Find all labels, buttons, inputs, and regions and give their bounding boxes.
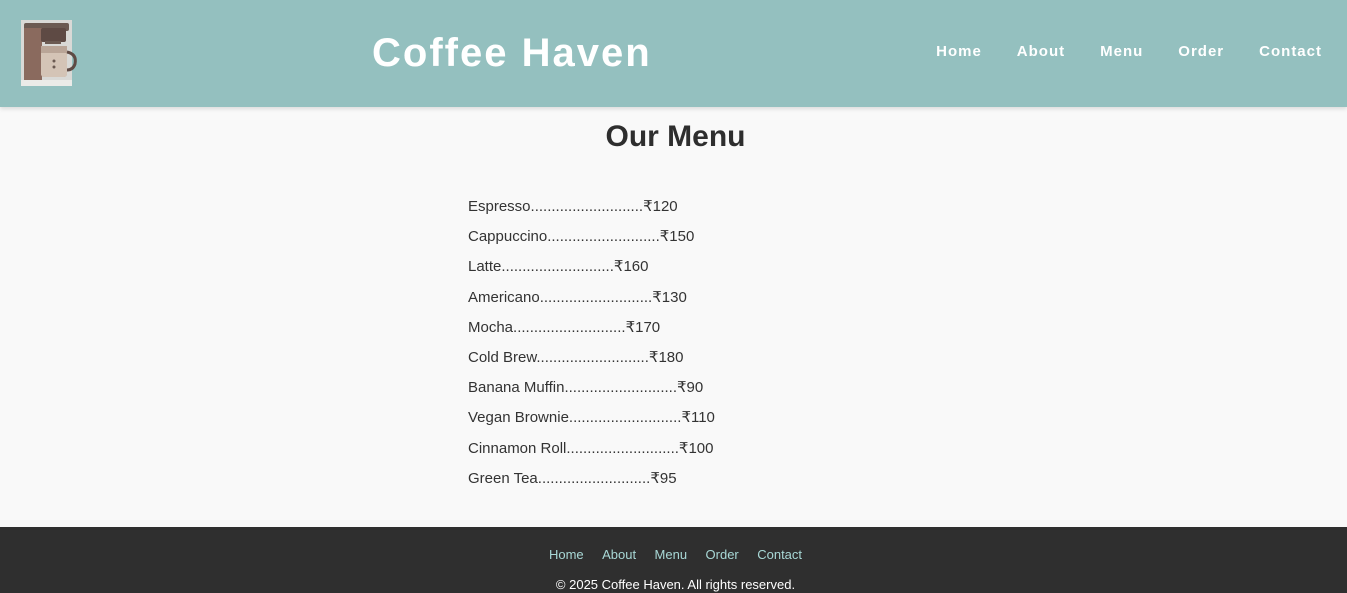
menu-item-name: Cappuccino <box>468 228 548 246</box>
menu-item-name: Banana Muffin <box>468 379 565 397</box>
menu-item-price: ₹100 <box>678 439 714 457</box>
copyright-text: © 2025 Coffee Haven. All rights reserved… <box>555 577 796 592</box>
nav-order-link[interactable]: Order <box>1178 43 1224 61</box>
menu-item-dots: ........................... <box>501 258 614 276</box>
menu-item-dots: ........................... <box>547 228 660 246</box>
menu-item-name: Cold Brew <box>468 348 537 366</box>
menu-item-price: ₹180 <box>648 348 684 366</box>
menu-item-name: Espresso <box>468 198 531 215</box>
menu-item-name: Mocha <box>468 318 514 336</box>
nav-about-link[interactable]: About <box>1017 43 1065 61</box>
menu-item-price: ₹150 <box>659 228 695 246</box>
menu-item: Americano...........................₹130 <box>468 287 715 317</box>
nav-home-link[interactable]: Home <box>936 43 982 61</box>
menu-item-price: ₹110 <box>681 409 715 427</box>
menu-item: Cappuccino...........................₹15… <box>468 226 715 256</box>
menu-item-name: Vegan Brownie <box>468 409 569 427</box>
footer-contact-link[interactable]: Contact <box>757 547 802 562</box>
footer-home-link[interactable]: Home <box>549 547 584 562</box>
menu-item-price: ₹95 <box>650 469 677 487</box>
footer-about-link[interactable]: About <box>602 547 636 562</box>
main-nav: Home About Menu Order Contact <box>901 43 1322 61</box>
menu-item-name: Latte <box>468 258 502 276</box>
footer-nav: Home About Menu Order Contact <box>0 546 1347 564</box>
coffee-maker-icon[interactable] <box>21 20 79 86</box>
menu-item-price: ₹120 <box>643 198 678 215</box>
menu-item-dots: ........................... <box>513 318 626 336</box>
footer-menu-link[interactable]: Menu <box>655 547 688 562</box>
menu-item: Cinnamon Roll...........................… <box>468 438 715 468</box>
menu-item-name: Cinnamon Roll <box>468 439 567 457</box>
menu-item: Latte...........................₹160 <box>468 256 715 286</box>
menu-item-dots: ........................... <box>530 198 644 215</box>
menu-list: Espresso...........................₹120 … <box>468 196 715 498</box>
menu-item: Banana Muffin...........................… <box>468 377 715 407</box>
menu-item-dots: ........................... <box>536 348 649 366</box>
menu-item-price: ₹170 <box>625 318 661 336</box>
menu-item: Espresso...........................₹120 <box>468 196 715 226</box>
menu-item-dots: ........................... <box>564 379 677 397</box>
menu-item-price: ₹130 <box>652 288 687 306</box>
menu-item-price: ₹90 <box>677 379 704 397</box>
menu-item-dots: ........................... <box>537 469 651 487</box>
nav-contact-link[interactable]: Contact <box>1259 43 1322 61</box>
menu-item: Vegan Brownie...........................… <box>468 407 715 437</box>
page-title: Our Menu <box>605 120 746 153</box>
menu-item: Green Tea...........................₹95 <box>468 468 715 498</box>
menu-item-name: Americano <box>468 288 540 306</box>
nav-menu-link[interactable]: Menu <box>1100 43 1143 61</box>
footer-order-link[interactable]: Order <box>706 547 739 562</box>
menu-item: Cold Brew...........................₹180 <box>468 347 715 377</box>
menu-item-price: ₹160 <box>613 258 649 276</box>
menu-item-dots: ........................... <box>539 288 653 306</box>
site-footer: Home About Menu Order Contact © 2025 Cof… <box>0 527 1347 593</box>
menu-item-dots: ........................... <box>568 409 682 427</box>
menu-item: Mocha...........................₹170 <box>468 317 715 347</box>
site-title: Coffee Haven <box>372 31 652 75</box>
menu-item-dots: ........................... <box>566 439 679 457</box>
site-header: Coffee Haven Home About Menu Order Conta… <box>0 0 1347 107</box>
menu-item-name: Green Tea <box>468 469 538 487</box>
